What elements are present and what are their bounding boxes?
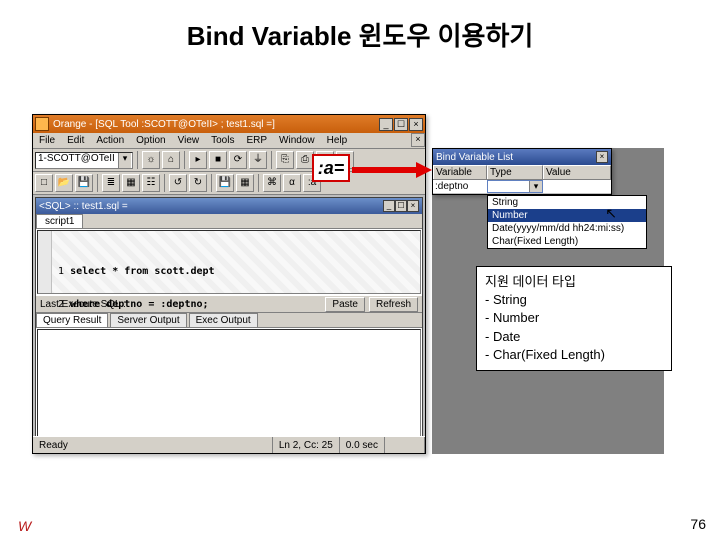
window-titlebar[interactable]: Orange - [SQL Tool :SCOTT@OTeII> ; test1… <box>33 115 425 133</box>
bvl-option-number[interactable]: Number <box>488 209 646 222</box>
vendor-logo: W <box>18 518 31 534</box>
menu-erp[interactable]: ERP <box>240 133 273 148</box>
separator-icon <box>97 174 98 192</box>
page-number: 76 <box>690 516 706 532</box>
info-line: - Number <box>485 309 663 327</box>
doc-minimize-button[interactable]: _ <box>383 200 395 212</box>
bvl-titlebar[interactable]: Bind Variable List × <box>433 149 611 165</box>
toolbar-icon[interactable]: ↺ <box>169 174 187 192</box>
bvl-header-type[interactable]: Type <box>487 165 543 179</box>
line-number: 1 <box>58 266 64 277</box>
bvl-option-char[interactable]: Char(Fixed Length) <box>488 235 646 248</box>
status-spacer <box>385 437 425 453</box>
toolbar-icon[interactable]: α <box>283 174 301 192</box>
bvl-type-combo[interactable] <box>487 180 543 193</box>
info-line: - String <box>485 291 663 309</box>
menu-bar[interactable]: File Edit Action Option View Tools ERP W… <box>33 133 425 149</box>
bind-variable-list-window: Bind Variable List × Variable Type Value… <box>432 148 612 195</box>
menu-view[interactable]: View <box>172 133 206 148</box>
toolbar-icon[interactable]: ⟳ <box>229 151 247 169</box>
toolbar-icon[interactable]: ⌂ <box>162 151 180 169</box>
cursor-icon: ↖ <box>605 205 617 222</box>
menu-edit[interactable]: Edit <box>61 133 90 148</box>
toolbar-icon[interactable]: ↻ <box>189 174 207 192</box>
arrow-icon <box>352 164 432 176</box>
status-time: 0.0 sec <box>340 437 385 453</box>
slide-title: Bind Variable 윈도우 이용하기 <box>0 0 720 61</box>
info-title: 지원 데이터 타입 <box>485 273 663 291</box>
separator-icon <box>258 174 259 192</box>
close-button[interactable]: × <box>409 118 423 131</box>
toolbar-icon[interactable]: ⎘ <box>276 151 294 169</box>
doc-close-button[interactable]: × <box>407 200 419 212</box>
toolbar-icon[interactable]: ⌘ <box>263 174 281 192</box>
toolbar-icon[interactable]: ☼ <box>142 151 160 169</box>
sql-document-title: <SQL> :: test1.sql = <box>39 201 128 212</box>
toolbar-icon[interactable]: ⏚ <box>249 151 267 169</box>
menu-tools[interactable]: Tools <box>205 133 240 148</box>
bvl-value-cell[interactable] <box>543 180 611 193</box>
editor-tab-script1[interactable]: script1 <box>36 214 83 228</box>
menu-option[interactable]: Option <box>130 133 171 148</box>
toolbar-icon[interactable]: ▦ <box>122 174 140 192</box>
separator-icon <box>184 151 185 169</box>
menu-file[interactable]: File <box>33 133 61 148</box>
mdi-close-button[interactable]: × <box>411 133 425 147</box>
status-ready: Ready <box>33 437 273 453</box>
save-as-icon[interactable]: 💾 <box>216 174 234 192</box>
sql-line: where deptno = :deptno; <box>70 299 208 310</box>
bvl-row[interactable]: :deptno <box>433 180 611 194</box>
menu-window[interactable]: Window <box>273 133 321 148</box>
bvl-column-headers: Variable Type Value <box>433 165 611 180</box>
info-line: - Date <box>485 328 663 346</box>
new-icon[interactable]: □ <box>35 174 53 192</box>
schema-combo[interactable]: 1-SCOTT@OTeII <box>35 152 133 169</box>
bvl-variable-name: :deptno <box>433 180 487 193</box>
editor-gutter <box>38 231 52 293</box>
bvl-close-button[interactable]: × <box>596 151 608 163</box>
bind-variable-callout: :a= <box>312 154 350 182</box>
bvl-header-value[interactable]: Value <box>543 165 611 179</box>
toolbar-icon[interactable]: ☷ <box>142 174 160 192</box>
sql-document-titlebar[interactable]: <SQL> :: test1.sql = _ ☐ × <box>36 198 422 214</box>
info-line: - Char(Fixed Length) <box>485 346 663 364</box>
stop-icon[interactable]: ■ <box>209 151 227 169</box>
result-grid[interactable] <box>37 329 421 437</box>
minimize-button[interactable]: _ <box>379 118 393 131</box>
doc-maximize-button[interactable]: ☐ <box>395 200 407 212</box>
window-title-text: Orange - [SQL Tool :SCOTT@OTeII> ; test1… <box>53 119 275 130</box>
editor-tabs: script1 <box>36 214 422 229</box>
supported-types-box: 지원 데이터 타입 - String - Number - Date - Cha… <box>476 266 672 371</box>
bvl-option-string[interactable]: String <box>488 196 646 209</box>
menu-help[interactable]: Help <box>321 133 354 148</box>
sql-editor[interactable]: 1 select * from scott.dept 2 where deptn… <box>37 230 421 294</box>
menu-action[interactable]: Action <box>90 133 130 148</box>
separator-icon <box>164 174 165 192</box>
status-position: Ln 2, Cc: 25 <box>273 437 340 453</box>
sql-document-window: <SQL> :: test1.sql = _ ☐ × script1 1 sel… <box>35 197 423 439</box>
app-icon <box>35 117 49 131</box>
toolbar-icon[interactable]: ≣ <box>102 174 120 192</box>
status-bar: Ready Ln 2, Cc: 25 0.0 sec <box>33 436 425 453</box>
separator-icon <box>211 174 212 192</box>
separator-icon <box>271 151 272 169</box>
separator-icon <box>137 151 138 169</box>
bvl-title-text: Bind Variable List <box>436 152 513 163</box>
run-icon[interactable]: ▸ <box>189 151 207 169</box>
bvl-header-variable[interactable]: Variable <box>433 165 487 179</box>
bvl-type-dropdown[interactable]: String Number Date(yyyy/mm/dd hh24:mi:ss… <box>487 195 647 249</box>
grid-icon[interactable]: ▦ <box>236 174 254 192</box>
maximize-button[interactable]: ☐ <box>394 118 408 131</box>
sql-line: select * from scott.dept <box>70 266 215 277</box>
open-icon[interactable]: 📂 <box>55 174 73 192</box>
bvl-option-date[interactable]: Date(yyyy/mm/dd hh24:mi:ss) <box>488 222 646 235</box>
line-number: 2 <box>58 299 64 310</box>
save-icon[interactable]: 💾 <box>75 174 93 192</box>
